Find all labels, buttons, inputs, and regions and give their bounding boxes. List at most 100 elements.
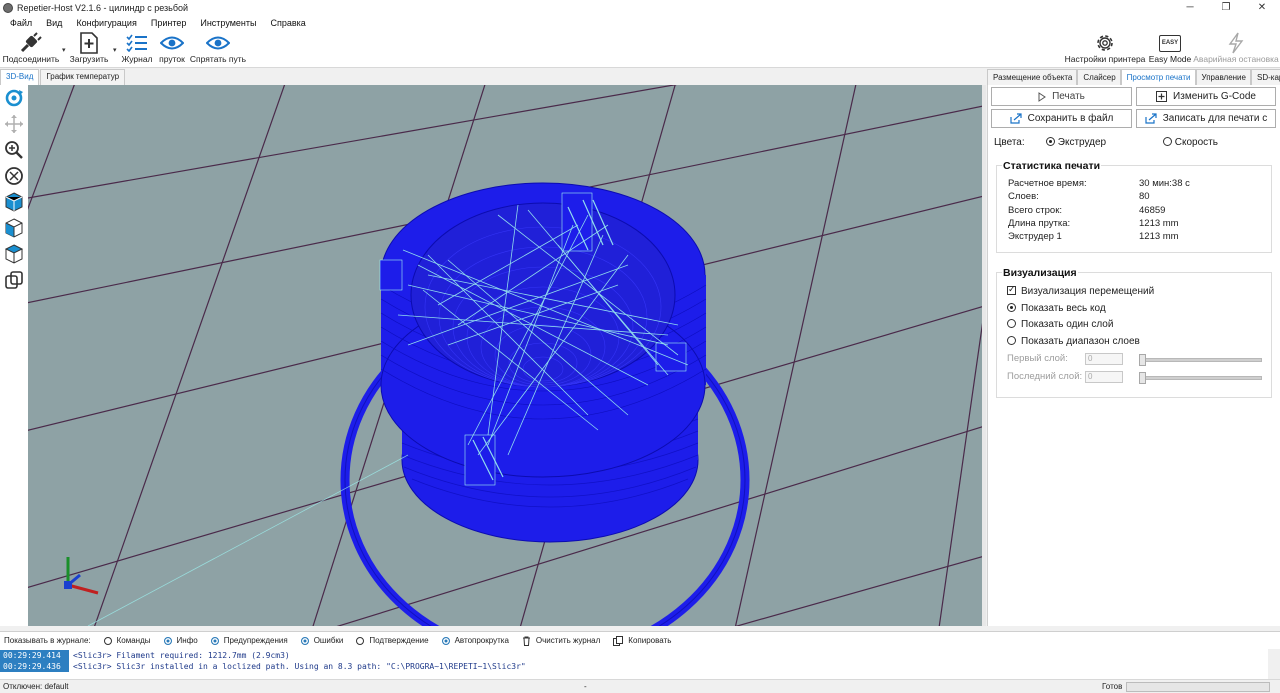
log-entry: 00:29:29.414 <Slic3r> Filament required:… <box>0 650 1268 661</box>
trash-icon <box>522 636 530 646</box>
log-timestamp: 00:29:29.414 <box>0 650 69 661</box>
fit-view-icon[interactable] <box>0 163 28 189</box>
easy-mode-icon: EASY <box>1159 32 1181 54</box>
color-speed-radio[interactable]: Скорость <box>1163 137 1218 148</box>
visualization-title: Визуализация <box>1002 267 1078 279</box>
maximize-button[interactable]: ❐ <box>1208 0 1244 15</box>
show-all-code-radio[interactable]: Показать весь код <box>1007 303 1106 314</box>
checklist-icon <box>126 32 148 54</box>
log-scrollbar[interactable] <box>1268 649 1280 679</box>
log-show-label: Показывать в журнале: <box>4 636 91 645</box>
menu-tools[interactable]: Инструменты <box>193 18 263 28</box>
journal-button[interactable]: Журнал <box>120 31 154 67</box>
move-view-icon[interactable] <box>0 111 28 137</box>
tab-slicer[interactable]: Слайсер <box>1077 69 1121 85</box>
copy-icon <box>613 635 624 646</box>
gear-icon <box>1094 32 1116 54</box>
connection-status: Отключен: default <box>3 682 69 691</box>
log-message: <Slic3r> Filament required: 1212.7mm (2.… <box>73 651 290 660</box>
log-commands-toggle[interactable]: Команды <box>103 636 151 645</box>
tab-temperature-graph[interactable]: График температур <box>40 69 126 85</box>
export-icon <box>1145 113 1157 124</box>
easy-mode-button[interactable]: EASY Easy Mode <box>1148 31 1192 67</box>
save-to-file-button[interactable]: Сохранить в файл <box>991 109 1132 128</box>
view-tabs: 3D-Вид График температур <box>0 69 985 85</box>
print-preview-render <box>28 85 982 626</box>
color-extruder-radio[interactable]: Экструдер <box>1046 137 1106 148</box>
front-view-icon[interactable] <box>0 215 28 241</box>
connect-button[interactable]: Подсоединить <box>2 31 60 67</box>
status-bar: Отключен: default - Готов <box>0 679 1280 693</box>
minimize-button[interactable]: ─ <box>1172 0 1208 15</box>
tab-manual-control[interactable]: Управление <box>1195 69 1251 85</box>
menu-config[interactable]: Конфигурация <box>69 18 143 28</box>
hide-path-button[interactable]: Спрятать путь <box>190 31 246 67</box>
tab-print-preview[interactable]: Просмотр печати <box>1120 69 1196 85</box>
filament-button[interactable]: пруток <box>156 31 188 67</box>
visualization-group: Визуализация Визуализация перемещений По… <box>996 267 1272 398</box>
stat-row: Экструдер 1 1213 mm <box>1008 231 1179 242</box>
plug-icon <box>18 32 44 54</box>
iso-view-icon[interactable] <box>0 189 28 215</box>
right-tabs: Размещение объекта Слайсер Просмотр печа… <box>987 69 1280 85</box>
eye-icon <box>206 32 230 54</box>
toggle-objects-icon[interactable] <box>0 267 28 293</box>
menu-printer[interactable]: Принтер <box>144 18 194 28</box>
first-layer-slider[interactable] <box>1139 354 1262 366</box>
add-file-icon <box>79 32 99 54</box>
lightning-icon <box>1228 32 1244 54</box>
tab-3d-view[interactable]: 3D-Вид <box>0 69 40 85</box>
first-layer-label: Первый слой: <box>1007 353 1068 364</box>
stats-title: Статистика печати <box>1002 160 1102 172</box>
clear-log-button[interactable]: Очистить журнал <box>522 636 600 646</box>
app-icon <box>3 2 13 13</box>
last-layer-spinner[interactable]: 0 <box>1085 371 1123 383</box>
colors-label: Цвета: <box>994 137 1025 148</box>
show-one-layer-radio[interactable]: Показать один слой <box>1007 319 1113 330</box>
play-icon <box>1038 91 1047 102</box>
log-list[interactable]: 00:29:29.414 <Slic3r> Filament required:… <box>0 649 1280 679</box>
view-tools <box>0 85 28 626</box>
log-warnings-toggle[interactable]: Предупреждения <box>210 636 288 645</box>
first-layer-spinner[interactable]: 0 <box>1085 353 1123 365</box>
log-errors-toggle[interactable]: Ошибки <box>300 636 343 645</box>
print-statistics-group: Статистика печати Расчетное время: 30 мин… <box>996 160 1272 253</box>
tab-object-placement[interactable]: Размещение объекта <box>987 69 1078 85</box>
window-controls: ─ ❐ ✕ <box>1172 0 1280 15</box>
printer-settings-button[interactable]: Настройки принтера <box>1065 31 1145 67</box>
load-dropdown-icon[interactable]: ▾ <box>113 46 117 54</box>
color-mode-row: Цвета: Экструдер Скорость <box>994 137 1274 151</box>
show-layer-range-radio[interactable]: Показать диапазон слоев <box>1007 336 1140 347</box>
log-entry: 00:29:29.436 <Slic3r> Slic3r installed i… <box>0 661 1268 672</box>
toolbar: Подсоединить ▾ Загрузить ▾ Журнал пруток… <box>0 31 1280 68</box>
stat-row: Длина прутка: 1213 mm <box>1008 218 1179 229</box>
connect-dropdown-icon[interactable]: ▾ <box>62 46 66 54</box>
last-layer-slider[interactable] <box>1139 372 1262 384</box>
top-view-icon[interactable] <box>0 241 28 267</box>
stat-row: Расчетное время: 30 мин:38 с <box>1008 178 1190 189</box>
log-info-toggle[interactable]: Инфо <box>163 636 198 645</box>
load-button[interactable]: Загрузить <box>68 31 110 67</box>
menu-help[interactable]: Справка <box>263 18 312 28</box>
menu-view[interactable]: Вид <box>39 18 69 28</box>
emergency-stop-button[interactable]: Аварийная остановка <box>1193 31 1279 67</box>
rotate-view-icon[interactable] <box>0 85 28 111</box>
print-preview-panel: Печать Изменить G-Code Сохранить в файл … <box>987 85 1280 626</box>
viewport-scrollbar[interactable] <box>982 85 986 626</box>
show-travel-checkbox[interactable]: Визуализация перемещений <box>1007 284 1154 297</box>
log-autoscroll-toggle[interactable]: Автопрокрутка <box>441 636 509 645</box>
write-to-sd-button[interactable]: Записать для печати с <box>1136 109 1276 128</box>
print-button[interactable]: Печать <box>991 87 1132 106</box>
edit-gcode-button[interactable]: Изменить G-Code <box>1136 87 1276 106</box>
zoom-icon[interactable] <box>0 137 28 163</box>
3d-viewport[interactable] <box>28 85 982 626</box>
title-bar: Repetier-Host V2.1.6 - цилиндр с резьбой… <box>0 0 1280 15</box>
log-message: <Slic3r> Slic3r installed in a loclized … <box>73 662 526 671</box>
log-acks-toggle[interactable]: Подтверждение <box>356 636 429 645</box>
progress-bar <box>1126 682 1270 692</box>
tab-sd-card[interactable]: SD-карта <box>1250 69 1280 85</box>
print-model <box>340 182 750 626</box>
copy-log-button[interactable]: Копировать <box>613 635 671 646</box>
close-button[interactable]: ✕ <box>1244 0 1280 15</box>
menu-file[interactable]: Файл <box>3 18 39 28</box>
